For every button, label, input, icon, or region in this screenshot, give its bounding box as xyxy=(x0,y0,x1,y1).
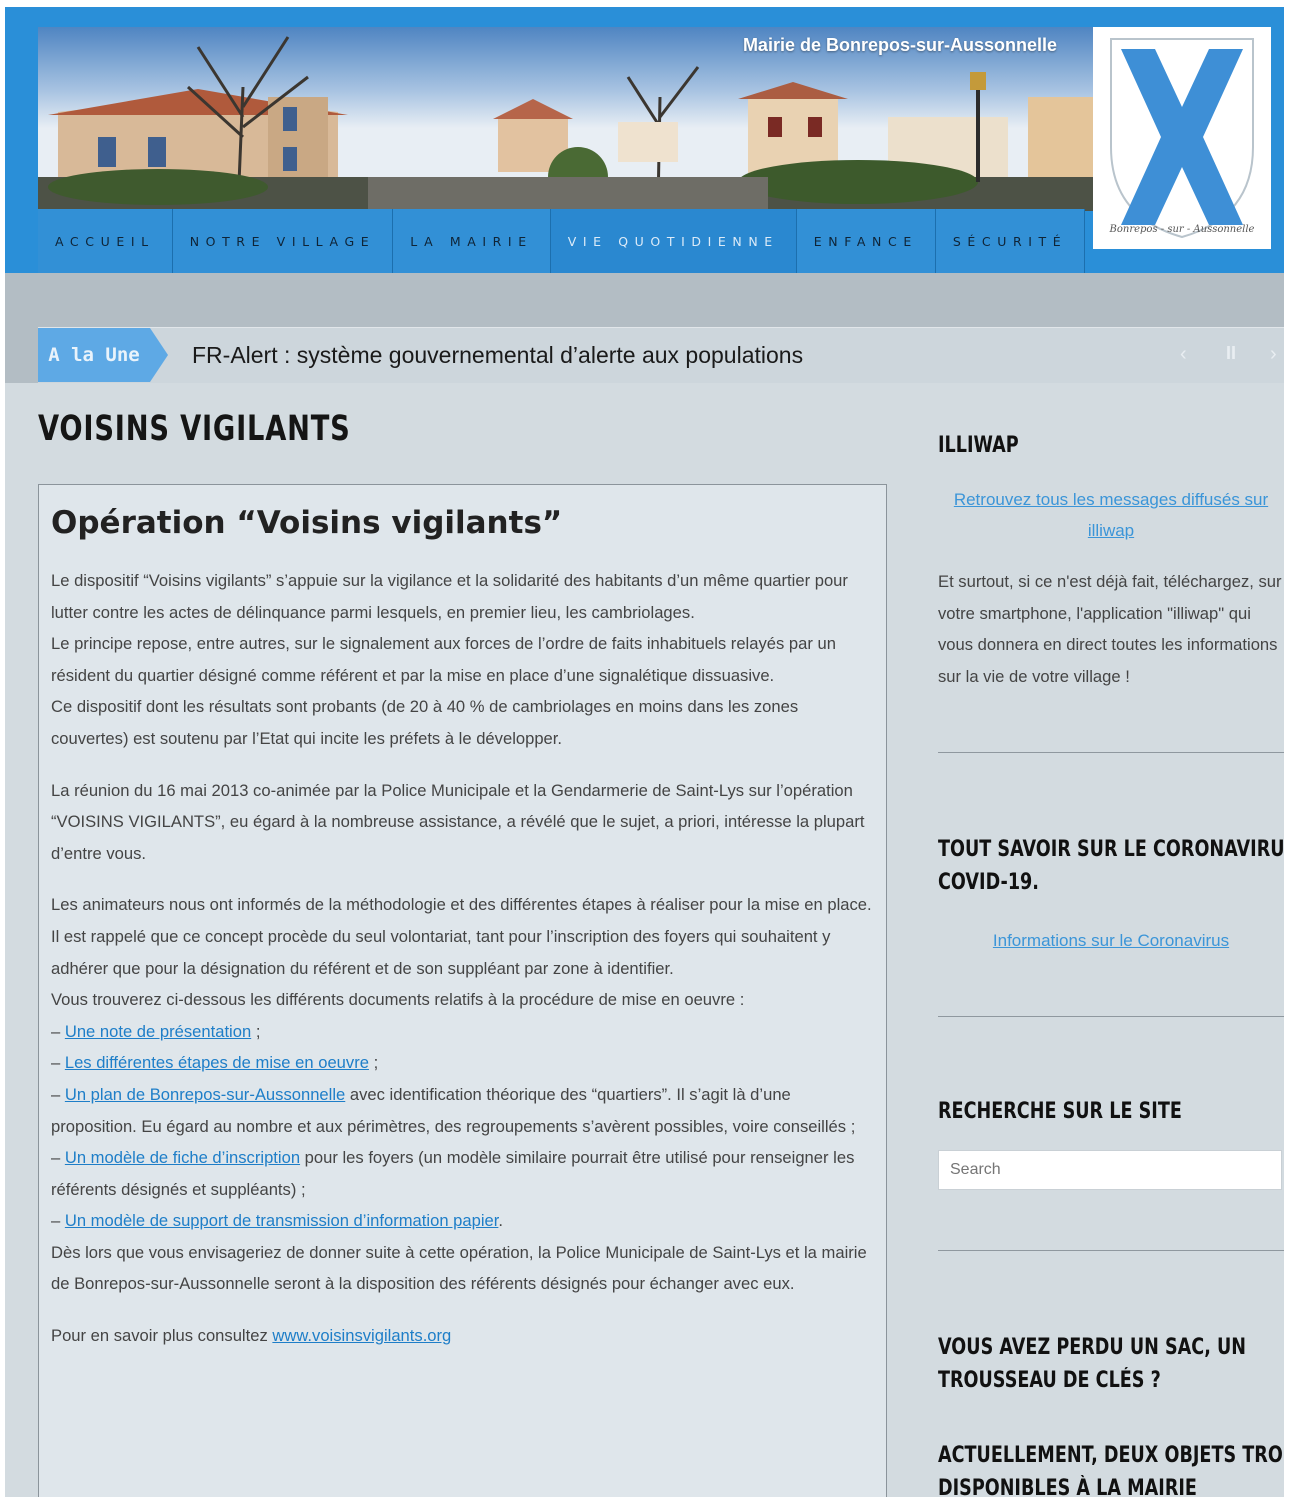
article-paragraph: Dès lors que vous envisageriez de donner… xyxy=(51,1242,867,1294)
nav-item-accueil[interactable]: ACCUEIL xyxy=(38,209,173,273)
topbar-plan-link[interactable]: PLAN xyxy=(283,7,317,15)
list-item-suffix: ; xyxy=(251,1021,261,1041)
list-dash: – xyxy=(51,1084,65,1104)
ticker-next-icon[interactable]: › xyxy=(1270,343,1277,366)
document-list-item: – Une note de présentation ; xyxy=(51,1016,875,1048)
article-paragraph: Le principe repose, entre autres, sur le… xyxy=(51,634,836,685)
coronavirus-heading: TOUT SAVOIR SUR LE CORONAVIRUS xyxy=(938,837,1284,862)
article-paragraph: La réunion du 16 mai 2013 co-animée par … xyxy=(51,780,865,863)
news-ticker: A la Une FR-Alert : système gouvernement… xyxy=(38,327,1284,383)
nav-item-securite[interactable]: SÉCURITÉ xyxy=(935,209,1086,273)
list-dash: – xyxy=(51,1053,65,1073)
illiwap-heading: ILLIWAP xyxy=(938,433,1019,458)
more-info-line: Pour en savoir plus consultez www.voisin… xyxy=(51,1320,875,1352)
coronavirus-info-link[interactable]: Informations sur le Coronavirus xyxy=(938,925,1284,956)
document-list-item: – Les différentes étapes de mise en oeuv… xyxy=(51,1047,875,1079)
article-body: Le dispositif “Voisins vigilants” s’appu… xyxy=(51,565,875,1352)
found-items-heading: ACTUELLEMENT, DEUX OBJETS TROUVÉS xyxy=(938,1443,1284,1468)
ticker-prev-icon[interactable]: ‹ xyxy=(1180,343,1187,366)
article-box: Opération “Voisins vigilants” Le disposi… xyxy=(38,484,887,1497)
topbar-home-link[interactable]: ACCUEIL xyxy=(35,7,91,15)
top-utility-bar: ACCUEIL AGENDAS CONTACT PLAN MÉTÉO xyxy=(35,7,385,15)
list-dash: – xyxy=(51,1211,65,1231)
document-list-item: – Un modèle de fiche d’inscription pour … xyxy=(51,1142,875,1205)
topbar-agendas-link[interactable]: AGENDAS xyxy=(113,7,177,15)
illiwap-messages-link[interactable]: Retrouvez tous les messages diffusés sur… xyxy=(938,484,1284,546)
more-info-prefix: Pour en savoir plus consultez xyxy=(51,1326,273,1346)
list-item-suffix: ; xyxy=(368,1053,379,1073)
sidebar-divider xyxy=(938,1250,1284,1251)
site-title[interactable]: Mairie de Bonrepos-sur-Aussonnelle xyxy=(743,35,1057,56)
ticker-pause-icon[interactable]: II xyxy=(1226,343,1236,364)
coronavirus-heading-line2: COVID-19. xyxy=(938,870,1039,895)
steps-link[interactable]: Les différentes étapes de mise en oeuvre xyxy=(65,1053,369,1072)
registration-form-link[interactable]: Un modèle de fiche d’inscription xyxy=(65,1148,300,1167)
document-list-item: – Un plan de Bonrepos-sur-Aussonnelle av… xyxy=(51,1079,875,1142)
article-title: Opération “Voisins vigilants” xyxy=(51,505,563,541)
list-dash: – xyxy=(51,1148,65,1168)
illiwap-description: Et surtout, si ce n'est déjà fait, téléc… xyxy=(938,572,1282,686)
header-banner-photo: Mairie de Bonrepos-sur-Aussonnelle xyxy=(38,27,1093,211)
lost-items-heading-line2: TROUSSEAU DE CLÉS ? xyxy=(938,1368,1161,1393)
list-item-suffix: . xyxy=(498,1211,503,1231)
site-search-heading: RECHERCHE SUR LE SITE xyxy=(938,1099,1182,1124)
sidebar: ILLIWAP Retrouvez tous les messages diff… xyxy=(938,407,1284,1497)
nav-item-vie-quotidienne[interactable]: VIE QUOTIDIENNE xyxy=(550,209,797,273)
ticker-label-arrow xyxy=(150,328,168,382)
ticker-label: A la Une xyxy=(38,328,150,382)
sidebar-divider xyxy=(938,752,1284,753)
article-paragraph: Les animateurs nous ont informés de la m… xyxy=(51,895,872,915)
topbar-meteo-link[interactable]: MÉTÉO xyxy=(339,7,385,15)
ticker-headline[interactable]: FR-Alert : système gouvernemental d’aler… xyxy=(192,342,803,369)
presentation-note-link[interactable]: Une note de présentation xyxy=(65,1022,251,1041)
article-paragraph: Ce dispositif dont les résultats sont pr… xyxy=(51,697,799,748)
page-title: VOISINS VIGILANTS xyxy=(38,409,351,449)
article-paragraph: Vous trouverez ci-dessous les différents… xyxy=(51,990,745,1010)
found-items-heading-line2: DISPONIBLES À LA MAIRIE xyxy=(938,1476,1197,1497)
nav-item-la-mairie[interactable]: LA MAIRIE xyxy=(393,209,551,273)
paper-support-link[interactable]: Un modèle de support de transmission d’i… xyxy=(65,1211,499,1230)
lost-items-heading: VOUS AVEZ PERDU UN SAC, UN xyxy=(938,1335,1247,1360)
crest-motto: Bonrepos - sur - Aussonnelle xyxy=(1109,224,1255,235)
article-paragraph: Il est rappelé que ce concept procède du… xyxy=(51,926,831,978)
list-dash: – xyxy=(51,1021,65,1041)
village-plan-link[interactable]: Un plan de Bonrepos-sur-Aussonnelle xyxy=(65,1085,345,1104)
nav-item-enfance[interactable]: ENFANCE xyxy=(796,209,936,273)
crest-logo[interactable]: Bonrepos - sur - Aussonnelle xyxy=(1093,27,1271,249)
topbar-contact-link[interactable]: CONTACT xyxy=(199,7,261,15)
nav-item-notre-village[interactable]: NOTRE VILLAGE xyxy=(172,209,394,273)
voisins-vigilants-website-link[interactable]: www.voisinsvigilants.org xyxy=(272,1326,451,1345)
crest-shield-icon: Bonrepos - sur - Aussonnelle xyxy=(1109,38,1255,239)
article-paragraph: Le dispositif “Voisins vigilants” s’appu… xyxy=(51,571,848,622)
site-header: ACCUEIL AGENDAS CONTACT PLAN MÉTÉO xyxy=(5,7,1284,273)
sidebar-divider xyxy=(938,1016,1284,1017)
main-navigation: ACCUEIL NOTRE VILLAGE LA MAIRIE VIE QUOT… xyxy=(38,209,1086,273)
page: ACCUEIL AGENDAS CONTACT PLAN MÉTÉO xyxy=(5,7,1284,1497)
site-search-input[interactable] xyxy=(938,1150,1282,1190)
document-list-item: – Un modèle de support de transmission d… xyxy=(51,1205,875,1237)
